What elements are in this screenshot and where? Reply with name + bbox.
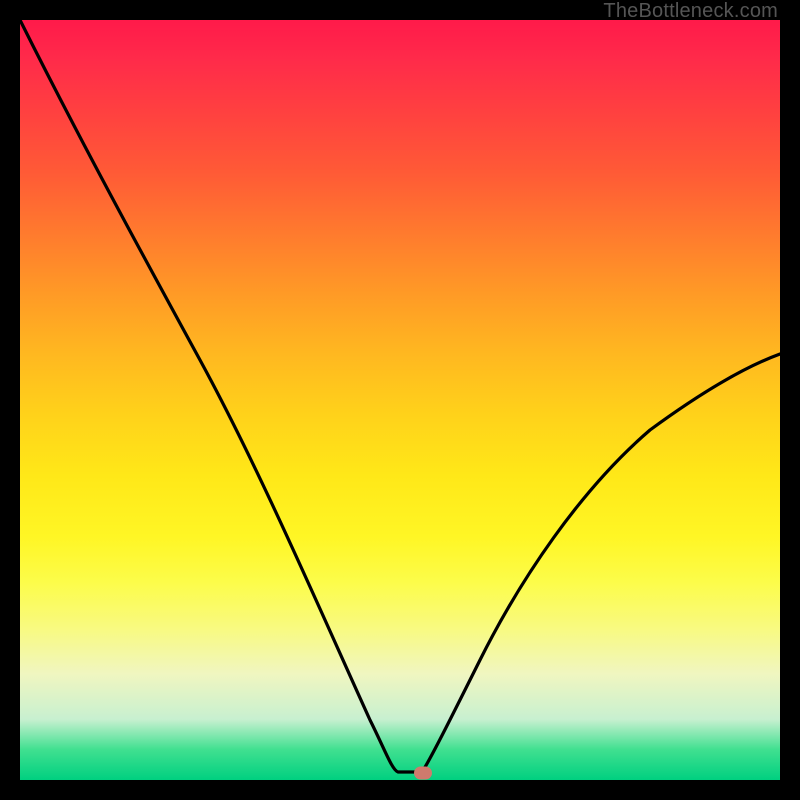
curve-svg xyxy=(20,20,780,780)
optimal-point-marker xyxy=(414,767,432,780)
chart-container: TheBottleneck.com xyxy=(0,0,800,800)
bottleneck-curve-path xyxy=(20,20,780,772)
plot-area xyxy=(20,20,780,780)
watermark-text: TheBottleneck.com xyxy=(603,0,778,23)
